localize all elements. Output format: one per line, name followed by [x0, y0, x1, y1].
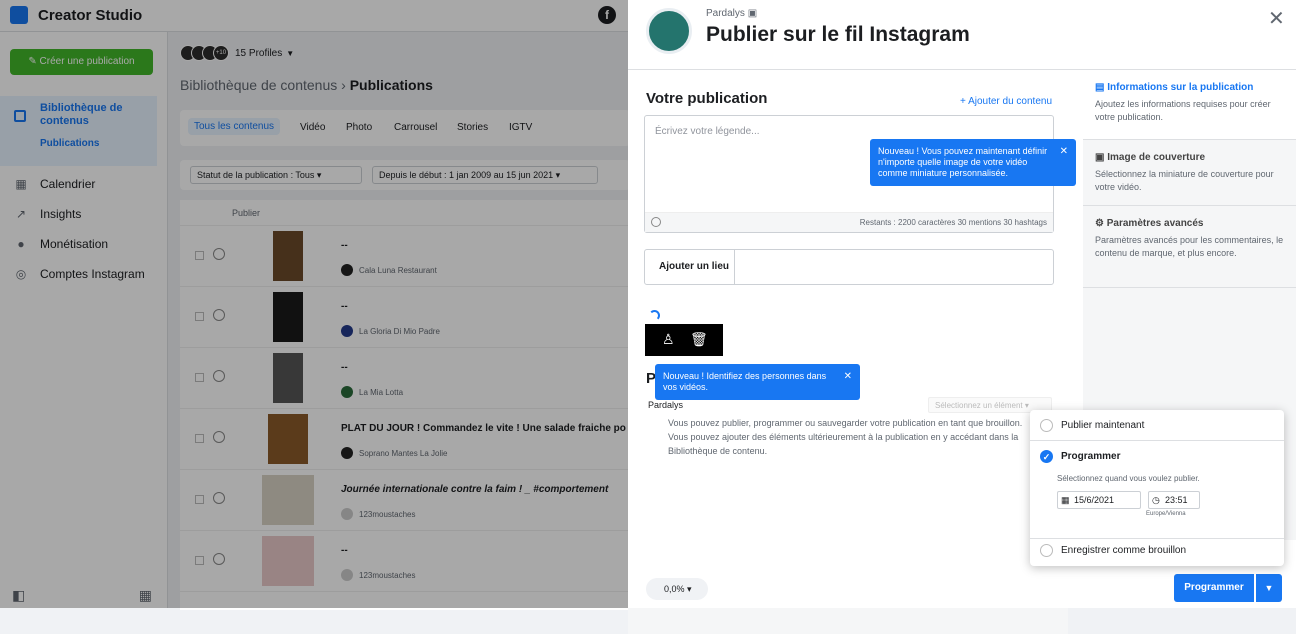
- caption-footer: Restants : 2200 caractères 30 mentions 3…: [645, 212, 1053, 232]
- card-title: Image de couverture: [1107, 152, 1206, 163]
- radio-icon: [1040, 419, 1053, 432]
- image-icon: ▣: [1095, 152, 1108, 163]
- time-input[interactable]: ◷ 23:51: [1148, 491, 1200, 509]
- panel-header: Pardalys ▣ Publier sur le fil Instagram …: [628, 0, 1296, 70]
- card-desc: Paramètres avancés pour les commentaires…: [1095, 235, 1284, 258]
- location-field[interactable]: Ajouter un lieu: [644, 249, 1054, 285]
- calendar-icon: ▦: [1061, 495, 1070, 505]
- date-input[interactable]: ▦ 15/6/2021: [1057, 491, 1141, 509]
- check-icon: ✓: [1040, 450, 1053, 463]
- nav-card-cover-image[interactable]: ▣ Image de couverture Sélectionnez la mi…: [1083, 140, 1296, 206]
- add-content-button[interactable]: + Ajouter du contenu: [960, 96, 1052, 107]
- tooltip-text: Nouveau ! Identifiez des personnes dans …: [663, 371, 827, 392]
- card-desc: Ajoutez les informations requises pour c…: [1095, 99, 1271, 122]
- chevron-down-icon[interactable]: ▼: [1256, 574, 1282, 602]
- tooltip-text: Nouveau ! Vous pouvez maintenant définir…: [878, 146, 1048, 178]
- card-title: Paramètres avancés: [1106, 218, 1204, 229]
- schedule-hint: Sélectionnez quand vous voulez publier.: [1057, 474, 1200, 483]
- panel-account: Pardalys ▣: [706, 8, 758, 19]
- panel-title: Publier sur le fil Instagram: [706, 23, 970, 46]
- media-toolbar: ♙ 🗑: [645, 324, 723, 356]
- option-publish-now[interactable]: Publier maintenant: [1040, 419, 1144, 432]
- timezone-label: Europe/Vienna: [1146, 511, 1186, 517]
- loading-spinner-icon: [649, 310, 660, 321]
- horizontal-scrollbar[interactable]: [628, 606, 1068, 634]
- card-title: Informations sur la publication: [1107, 82, 1254, 93]
- radio-icon: [1040, 544, 1053, 557]
- option-save-draft[interactable]: Enregistrer comme brouillon: [1040, 544, 1186, 557]
- section-title: Votre publication: [646, 90, 768, 107]
- schedule-button[interactable]: Programmer: [1174, 574, 1254, 602]
- close-tooltip-icon[interactable]: ✕: [844, 371, 852, 382]
- gear-icon: ⚙: [1095, 218, 1107, 229]
- nav-card-advanced-settings[interactable]: ⚙ Paramètres avancés Paramètres avancés …: [1083, 206, 1296, 288]
- add-location-label: Ajouter un lieu: [645, 250, 735, 284]
- close-icon[interactable]: ✕: [1268, 6, 1285, 31]
- close-tooltip-icon[interactable]: ✕: [1060, 146, 1068, 157]
- card-desc: Sélectionnez la miniature de couverture …: [1095, 169, 1274, 192]
- tag-people-tooltip: Nouveau ! Identifiez des personnes dans …: [655, 364, 860, 400]
- trash-icon[interactable]: 🗑: [690, 331, 708, 348]
- zoom-dropdown[interactable]: 0,0% ▾: [646, 578, 708, 600]
- info-icon: ▤: [1095, 82, 1108, 93]
- panel-footer: 0,0% ▾ Programmer ▼: [628, 564, 1296, 608]
- modal-backdrop[interactable]: [0, 0, 628, 608]
- emoji-icon[interactable]: [651, 217, 661, 227]
- caption-placeholder: Écrivez votre légende...: [655, 126, 760, 137]
- nav-card-post-info[interactable]: ▤ Informations sur la publication Ajoute…: [1083, 70, 1296, 140]
- option-schedule[interactable]: ✓ Programmer: [1040, 450, 1120, 463]
- remaining-counter: Restants : 2200 caractères 30 mentions 3…: [859, 218, 1047, 227]
- publish-options-popup: Publier maintenant ✓ Programmer Sélection…: [1030, 410, 1284, 566]
- account-avatar: [646, 8, 692, 54]
- clock-icon: ◷: [1152, 495, 1160, 505]
- post-form: Votre publication + Ajouter du contenu É…: [628, 70, 1076, 634]
- account-row: Pardalys: [648, 400, 684, 410]
- tag-people-icon[interactable]: ♙: [662, 331, 675, 348]
- thumbnail-tooltip: Nouveau ! Vous pouvez maintenant définir…: [870, 139, 1076, 186]
- calendar-small-icon: ▣: [747, 8, 758, 19]
- info-text: Vous pouvez publier, programmer ou sauve…: [668, 418, 1023, 456]
